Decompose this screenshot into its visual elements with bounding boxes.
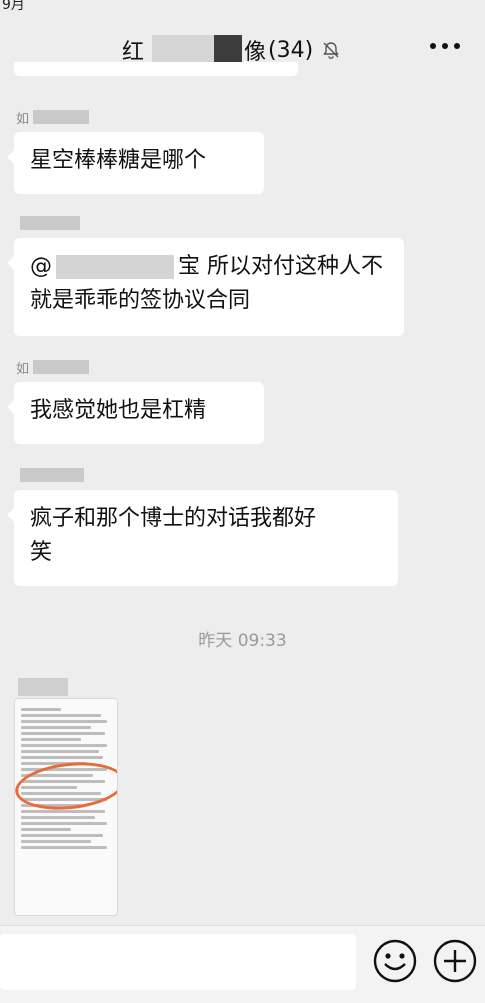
sender-initial: 如 bbox=[16, 111, 30, 127]
message-text-line1: 疯子和那个博士的对话我都好 bbox=[30, 506, 317, 531]
sender-name: 如 bbox=[16, 108, 90, 127]
mention-at: @ bbox=[30, 254, 52, 279]
redaction-mask bbox=[33, 110, 90, 124]
message-bubble[interactable]: 疯子和那个博士的对话我都好 笑 bbox=[7, 490, 398, 586]
sender-name bbox=[16, 214, 80, 232]
redaction-mask bbox=[33, 360, 90, 374]
bell-muted-icon bbox=[323, 42, 340, 59]
message-timestamp: 昨天 09:33 bbox=[198, 631, 287, 651]
message-text: 宝 所以对付这种人不 bbox=[178, 254, 383, 279]
previous-message-bubble bbox=[14, 62, 298, 76]
member-count: (34) bbox=[268, 37, 314, 63]
message-bubble[interactable]: 我感觉她也是杠精 bbox=[7, 382, 264, 444]
sender-initial: 如 bbox=[16, 361, 30, 377]
message-text-line2: 就是乖乖的签协议合同 bbox=[30, 288, 251, 313]
sender-name: 如 bbox=[16, 358, 90, 377]
redaction-mask bbox=[20, 216, 80, 230]
message-input[interactable] bbox=[0, 934, 356, 990]
message-text: 星空棒棒糖是哪个 bbox=[30, 148, 207, 173]
composer-bar bbox=[0, 925, 485, 1003]
emoji-icon[interactable] bbox=[372, 938, 418, 984]
message-bubble[interactable]: 星空棒棒糖是哪个 bbox=[7, 132, 264, 194]
status-bar: 9月 bbox=[0, 0, 485, 13]
sender-name-redacted bbox=[18, 678, 68, 696]
redaction-mask bbox=[20, 468, 84, 482]
redaction-mask bbox=[214, 35, 243, 65]
redaction-mask bbox=[152, 35, 215, 65]
message-bubble[interactable]: @ 宝 所以对付这种人不 就是乖乖的签协议合同 bbox=[7, 238, 404, 336]
plus-icon[interactable] bbox=[432, 938, 478, 984]
message-text: 我感觉她也是杠精 bbox=[30, 398, 207, 423]
message-text-line2: 笑 bbox=[30, 540, 53, 565]
image-message-thumbnail[interactable] bbox=[14, 698, 118, 916]
sender-name bbox=[16, 466, 84, 484]
back-button[interactable] bbox=[0, 10, 40, 70]
more-dots-icon[interactable] bbox=[427, 36, 463, 56]
redaction-mask bbox=[56, 255, 174, 279]
